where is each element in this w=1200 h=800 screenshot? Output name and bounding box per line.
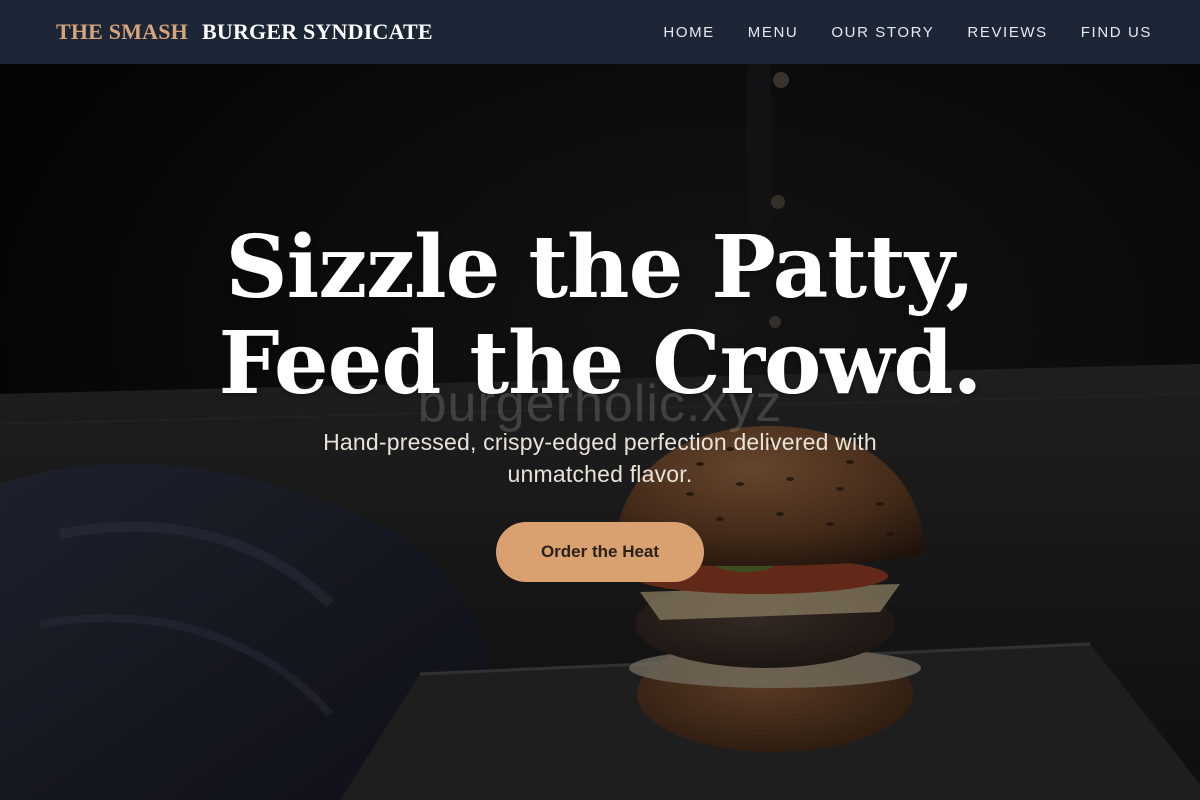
top-navbar: THE SMASH BURGER SYNDICATE HOME MENU OUR… [0, 0, 1200, 64]
hero-section: Sizzle the Patty, Feed the Crowd. burger… [0, 64, 1200, 800]
brand-logo[interactable]: THE SMASH BURGER SYNDICATE [56, 19, 433, 45]
nav-link-find-us[interactable]: FIND US [1081, 24, 1152, 41]
watermark-text: burgerholic.xyz [417, 375, 783, 433]
nav-link-our-story[interactable]: OUR STORY [831, 24, 934, 41]
brand-name-part2: BURGER SYNDICATE [202, 19, 433, 44]
nav-link-reviews[interactable]: REVIEWS [967, 24, 1047, 41]
hero-subtitle: Hand-pressed, crispy-edged perfection de… [323, 429, 877, 487]
brand-name-part1: THE SMASH [56, 19, 188, 44]
order-the-heat-button[interactable]: Order the Heat [496, 522, 704, 582]
nav-link-home[interactable]: HOME [663, 24, 714, 41]
nav-link-menu[interactable]: MENU [748, 24, 799, 41]
hero-headline-line1: Sizzle the Patty, [225, 217, 976, 318]
main-menu: HOME MENU OUR STORY REVIEWS FIND US [663, 24, 1152, 41]
